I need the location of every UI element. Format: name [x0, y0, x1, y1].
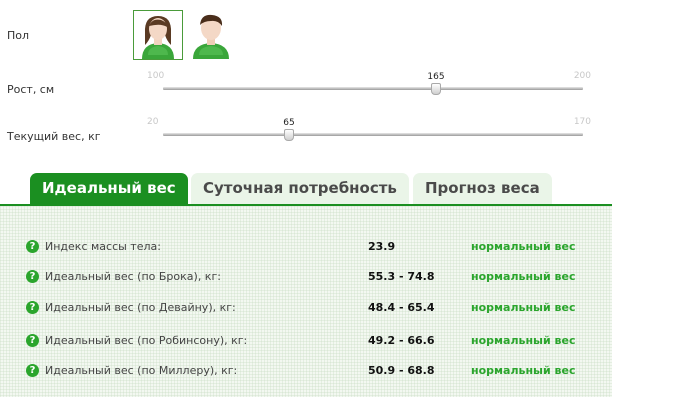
gender-female-option[interactable] — [133, 10, 183, 60]
result-value: 49.2 - 66.6 — [368, 334, 435, 347]
gender-label: Пол — [7, 29, 30, 42]
tab-daily-requirement[interactable]: Суточная потребность — [191, 173, 409, 204]
result-status: нормальный вес — [471, 364, 576, 377]
height-value-label: 165 — [427, 72, 445, 82]
result-value: 48.4 - 65.4 — [368, 301, 435, 314]
help-icon[interactable]: ? — [26, 364, 39, 377]
weight-value-label: 65 — [283, 118, 295, 128]
result-status: нормальный вес — [471, 270, 576, 283]
help-icon[interactable]: ? — [26, 240, 39, 253]
result-label: Идеальный вес (по Девайну), кг: — [45, 301, 236, 314]
result-value: 50.9 - 68.8 — [368, 364, 435, 377]
result-label: Идеальный вес (по Миллеру), кг: — [45, 364, 238, 377]
height-slider-handle[interactable] — [431, 83, 441, 95]
result-label: Идеальный вес (по Робинсону), кг: — [45, 334, 248, 347]
tab-ideal-weight[interactable]: Идеальный вес — [30, 173, 188, 204]
result-value: 23.9 — [368, 240, 396, 253]
height-slider-track[interactable] — [163, 87, 583, 90]
weight-slider-handle[interactable] — [284, 129, 294, 141]
height-slider[interactable]: 100 200 165 — [147, 71, 591, 101]
result-label: Индекс массы тела: — [45, 240, 161, 253]
female-avatar-icon — [142, 16, 174, 59]
tab-weight-forecast[interactable]: Прогноз веса — [413, 173, 552, 204]
result-row: ? Индекс массы тела: 23.9 нормальный вес — [0, 240, 612, 260]
result-row: ? Идеальный вес (по Девайну), кг: 48.4 -… — [0, 301, 612, 321]
result-row: ? Идеальный вес (по Брока), кг: 55.3 - 7… — [0, 270, 612, 290]
gender-male-option[interactable] — [186, 10, 236, 60]
male-avatar-icon — [193, 14, 229, 59]
weight-slider-track[interactable] — [163, 133, 583, 136]
help-icon[interactable]: ? — [26, 301, 39, 314]
help-icon[interactable]: ? — [26, 334, 39, 347]
result-status: нормальный вес — [471, 240, 576, 253]
weight-slider[interactable]: 20 170 65 — [147, 117, 591, 147]
result-value: 55.3 - 74.8 — [368, 270, 435, 283]
weight-label: Текущий вес, кг — [7, 130, 101, 143]
weight-max-label: 170 — [573, 117, 591, 127]
result-status: нормальный вес — [471, 334, 576, 347]
result-label: Идеальный вес (по Брока), кг: — [45, 270, 221, 283]
tab-bar: Идеальный вес Суточная потребность Прогн… — [0, 173, 612, 205]
results-panel: ? Индекс массы тела: 23.9 нормальный вес… — [0, 206, 612, 397]
result-status: нормальный вес — [471, 301, 576, 314]
result-row: ? Идеальный вес (по Миллеру), кг: 50.9 -… — [0, 364, 612, 384]
height-max-label: 200 — [573, 71, 591, 81]
height-label: Рост, см — [7, 83, 55, 96]
result-row: ? Идеальный вес (по Робинсону), кг: 49.2… — [0, 334, 612, 354]
weight-min-label: 20 — [147, 117, 159, 127]
height-min-label: 100 — [147, 71, 165, 81]
help-icon[interactable]: ? — [26, 270, 39, 283]
